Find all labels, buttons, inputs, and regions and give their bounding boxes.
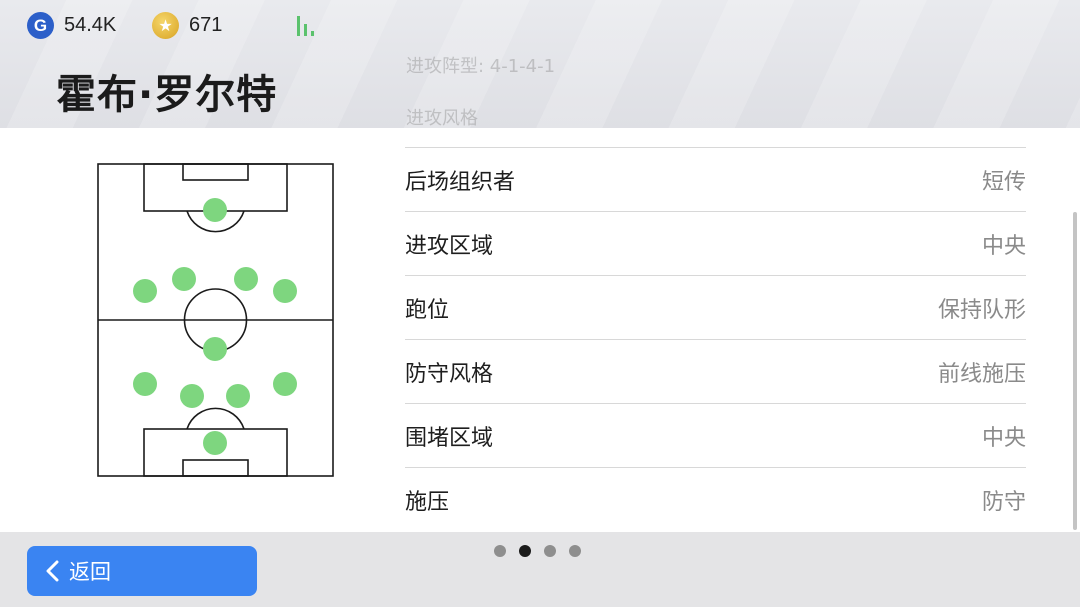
tactic-row-containment-area[interactable]: 围堵区域 中央 [405,403,1026,467]
tactic-row-defensive-style[interactable]: 防守风格 前线施压 [405,339,1026,403]
tactics-list: 后场组织者 短传 进攻区域 中央 跑位 保持队形 防守风格 前线施压 围堵区域 … [405,147,1026,531]
player-dot-opponent-midfielder-2 [172,267,196,291]
top-goal-box [182,163,249,181]
page-dot[interactable] [494,545,506,557]
player-dot-central-midfielder-right [226,384,250,408]
player-dot-opponent-midfielder-3 [234,267,258,291]
tactic-label: 后场组织者 [405,169,516,195]
signal-strength-icon [297,14,319,36]
tactic-label: 围堵区域 [405,425,494,451]
faded-formation-text: 进攻阵型: 4-1-4-1 [406,56,556,77]
gp-coin-icon: G [27,12,54,39]
player-dot-opponent-midfielder-4 [273,279,297,303]
tactic-label: 施压 [405,489,450,515]
tactic-label: 跑位 [405,297,450,323]
page-dot-active[interactable] [519,545,531,557]
player-dot-wide-midfielder-right [273,372,297,396]
tactic-value: 防守 [981,489,1026,515]
bottom-penalty-arc [186,407,245,430]
star-coin-icon: ★ [152,12,179,39]
tactic-value: 中央 [981,425,1026,451]
formation-pitch [97,163,334,477]
player-dot-wide-midfielder-left [133,372,157,396]
player-dot-central-midfielder-left [180,384,204,408]
chevron-left-icon [46,560,59,582]
player-dot-goalkeeper [203,431,227,455]
tactic-row-build-up[interactable]: 后场组织者 短传 [405,147,1026,211]
player-dot-opponent-goalkeeper [203,198,227,222]
tactic-value: 保持队形 [937,297,1026,323]
back-button[interactable]: 返回 [27,546,257,596]
coin-amount: 671 [189,14,223,36]
tactic-label: 防守风格 [405,361,494,387]
tactic-value: 中央 [981,233,1026,259]
tactic-row-positioning[interactable]: 跑位 保持队形 [405,275,1026,339]
gp-amount: 54.4K [64,14,117,36]
bottom-goal-box [182,459,249,477]
coin-currency: ★ 671 [152,12,222,39]
player-dots [133,198,297,455]
gp-currency: G 54.4K [27,12,116,39]
team-name-title: 霍布·罗尔特 [56,72,278,118]
page-dot[interactable] [544,545,556,557]
page-indicator [494,545,581,557]
back-button-label: 返回 [69,560,111,584]
page-dot[interactable] [569,545,581,557]
tactic-row-attacking-area[interactable]: 进攻区域 中央 [405,211,1026,275]
tactics-scrollbar[interactable] [1073,212,1077,530]
faded-style-text: 进攻风格 [406,108,478,128]
tactic-value: 短传 [981,169,1026,195]
player-dot-centre-forward [203,337,227,361]
tactic-label: 进攻区域 [405,233,494,259]
tactic-row-pressuring[interactable]: 施压 防守 [405,467,1026,531]
tactic-value: 前线施压 [937,361,1026,387]
top-header: G 54.4K ★ 671 进攻阵型: 4-1-4-1 进攻风格 霍布·罗尔特 [0,0,1080,128]
player-dot-opponent-midfielder-1 [133,279,157,303]
